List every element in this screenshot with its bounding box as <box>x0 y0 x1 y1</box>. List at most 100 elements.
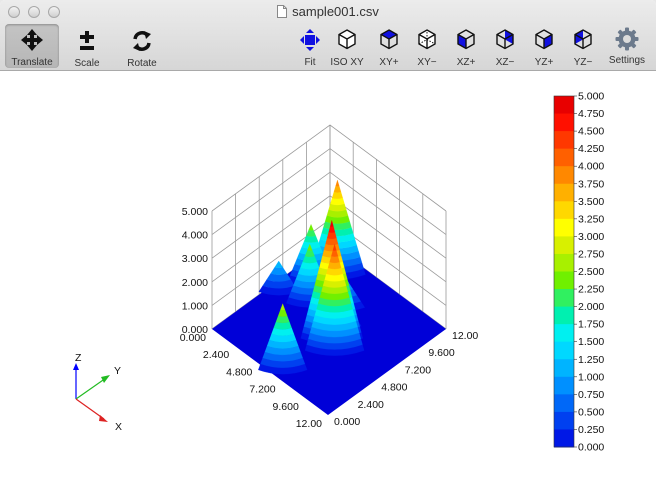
y-tick-label: 2.400 <box>358 399 384 411</box>
yz-plus-button[interactable]: YZ+ <box>527 24 561 68</box>
z-tick-label: 5.000 <box>182 206 208 218</box>
colorbar-swatch <box>554 341 574 360</box>
z-tick-label: 1.000 <box>182 300 208 312</box>
colorbar-swatch <box>554 289 574 308</box>
window-title-text: sample001.csv <box>292 4 379 19</box>
rotate-label: Rotate <box>127 58 157 69</box>
colorbar-tick-label: 2.750 <box>578 248 604 260</box>
xy-plus-label: XY+ <box>379 57 399 68</box>
colorbar-swatch <box>554 113 574 132</box>
colorbar-swatch <box>554 324 574 343</box>
colorbar-tick-label: 0.250 <box>578 424 604 436</box>
plot-area[interactable]: 0.000 1.000 2.000 3.000 4.000 5.000 0.000 2.400… <box>0 71 656 478</box>
cube-bottom-face-icon <box>418 29 436 50</box>
scale-label: Scale <box>74 58 100 69</box>
colorbar-tick-label: 2.000 <box>578 301 604 313</box>
colorbar-swatch <box>554 131 574 150</box>
peak-band <box>274 260 283 269</box>
rotate-button[interactable]: Rotate <box>122 24 162 69</box>
gizmo-x-axis <box>75 398 105 420</box>
colorbar-tick-label: 3.500 <box>578 196 604 208</box>
cube-top-face-icon <box>380 29 398 50</box>
peak-band <box>326 231 337 239</box>
document-icon <box>277 5 288 18</box>
xz-minus-button[interactable]: XZ− <box>488 24 522 68</box>
colorbar: 5.000 4.750 4.500 4.250 4.000 3.750 3.500 3.250… <box>553 91 604 454</box>
peak-band <box>303 235 319 243</box>
yz-minus-label: YZ− <box>573 57 593 68</box>
colorbar-tick-label: 3.750 <box>578 178 604 190</box>
gizmo-y-axis <box>75 377 107 400</box>
scale-button[interactable]: Scale <box>68 24 106 69</box>
colorbar-tick-label: 4.000 <box>578 161 604 173</box>
colorbar-swatch <box>554 429 574 448</box>
window-title: sample001.csv <box>0 4 656 19</box>
fit-label: Fit <box>304 57 316 68</box>
colorbar-swatch <box>554 96 574 115</box>
iso-xy-button[interactable]: ISO XY <box>328 24 366 68</box>
colorbar-tick-label: 1.000 <box>578 371 604 383</box>
colorbar-swatch <box>554 271 574 290</box>
colorbar-tick-label: 3.250 <box>578 213 604 225</box>
colorbar-tick-label: 2.500 <box>578 266 604 278</box>
colorbar-tick-label: 2.250 <box>578 284 604 296</box>
move-arrows-icon <box>21 29 43 51</box>
translate-button[interactable]: Translate <box>5 24 59 68</box>
colorbar-tick-label: 0.000 <box>578 442 604 454</box>
cube-back-left-face-icon <box>574 29 592 50</box>
peak-band <box>302 255 318 264</box>
colorbar-swatch <box>554 411 574 430</box>
colorbar-swatch <box>554 376 574 395</box>
colorbar-tick-label: 1.750 <box>578 319 604 331</box>
y-tick-label: 4.800 <box>381 382 407 394</box>
colorbar-swatch <box>554 394 574 413</box>
x-tick-label: 9.600 <box>273 401 299 413</box>
y-tick-label: 7.200 <box>405 364 431 376</box>
peak-band <box>275 315 290 324</box>
xz-plus-label: XZ+ <box>456 57 476 68</box>
surface-plot[interactable]: 0.000 1.000 2.000 3.000 4.000 5.000 0.000 2.400… <box>0 71 656 478</box>
peak-band <box>335 179 340 187</box>
yz-minus-button[interactable]: YZ− <box>566 24 600 68</box>
peak-band <box>327 261 342 270</box>
colorbar-swatch <box>554 183 574 202</box>
fit-view-icon <box>300 29 320 51</box>
gizmo-x-label: X <box>115 421 122 433</box>
xy-plus-button[interactable]: XY+ <box>372 24 406 68</box>
cube-back-right-face-icon <box>496 29 514 50</box>
x-tick-label: 2.400 <box>203 349 229 361</box>
peak-band <box>333 185 342 193</box>
colorbar-swatch <box>554 166 574 185</box>
rotate-arrows-icon <box>133 31 151 51</box>
xz-plus-button[interactable]: XZ+ <box>449 24 483 68</box>
fit-button[interactable]: Fit <box>296 24 324 68</box>
colorbar-tick-label: 0.750 <box>578 389 604 401</box>
y-tick-label: 0.000 <box>334 416 360 428</box>
gizmo-z-arrow <box>73 363 79 370</box>
settings-button[interactable]: Settings <box>604 24 650 68</box>
colorbar-swatch <box>554 218 574 237</box>
gizmo-x-arrow <box>99 415 108 422</box>
peak-band <box>325 237 339 246</box>
iso-cube-icon <box>338 29 356 50</box>
x-tick-label: 4.800 <box>226 366 252 378</box>
translate-label: Translate <box>11 57 53 68</box>
peak-band <box>270 267 287 275</box>
xy-minus-button[interactable]: XY− <box>410 24 444 68</box>
axis-gizmo: Z Y X <box>73 352 122 433</box>
colorbar-swatch <box>554 306 574 325</box>
colorbar-swatch <box>554 359 574 378</box>
colorbar-tick-label: 0.500 <box>578 406 604 418</box>
app-window: sample001.csv Translate Scale Rotate Fit <box>0 0 656 478</box>
title-bar: sample001.csv Translate Scale Rotate Fit <box>0 0 656 71</box>
x-tick-label: 7.200 <box>249 384 275 396</box>
colorbar-tick-label: 4.250 <box>578 143 604 155</box>
xz-minus-label: XZ− <box>495 57 515 68</box>
iso-xy-label: ISO XY <box>330 57 364 68</box>
peak-band <box>331 191 343 199</box>
y-tick-label: 9.600 <box>428 347 454 359</box>
x-tick-label: 0.000 <box>180 332 206 344</box>
colorbar-tick-label: 5.000 <box>578 91 604 103</box>
colorbar-tick-label: 4.500 <box>578 126 604 138</box>
xy-minus-label: XY− <box>417 57 437 68</box>
